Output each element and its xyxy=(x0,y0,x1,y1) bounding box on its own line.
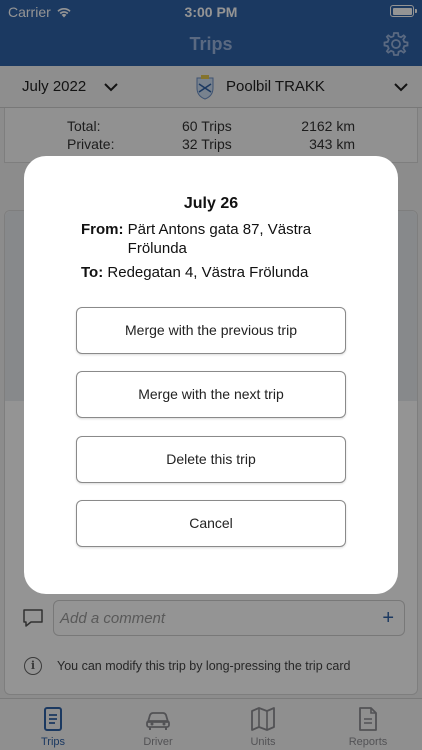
merge-next-button[interactable]: Merge with the next trip xyxy=(76,371,346,418)
trip-to: To: Redegatan 4, Västra Frölunda xyxy=(81,264,361,281)
cancel-button[interactable]: Cancel xyxy=(76,500,346,547)
from-label: From: xyxy=(81,221,124,238)
delete-trip-button[interactable]: Delete this trip xyxy=(76,436,346,483)
to-address: Redegatan 4, Västra Frölunda xyxy=(107,264,309,281)
from-address: Pärt Antons gata 87, Västra Frölunda xyxy=(127,221,312,257)
trip-date: July 26 xyxy=(183,195,239,212)
merge-previous-button[interactable]: Merge with the previous trip xyxy=(76,307,346,354)
to-label: To: xyxy=(81,264,104,281)
trip-actions-modal: July 26 From: Pärt Antons gata 87, Västr… xyxy=(24,156,398,594)
trip-from: From: Pärt Antons gata 87, Västra Frölun… xyxy=(81,220,361,258)
